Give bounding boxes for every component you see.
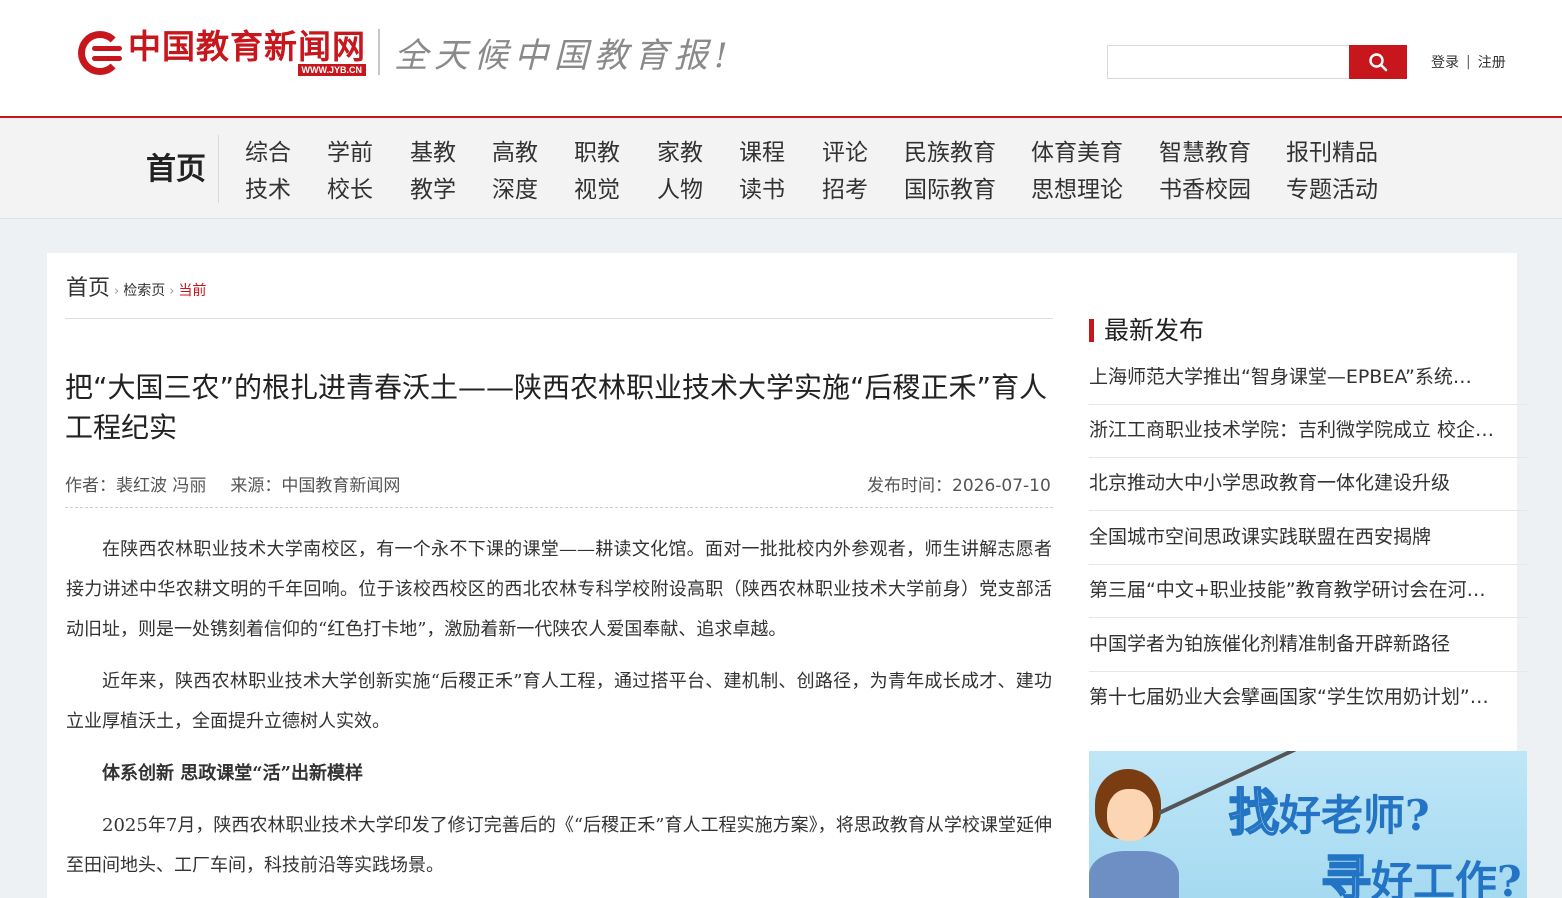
article-paragraph: 2025年7月，陕西农林职业技术大学印发了修订完善后的《“后稷正禾”育人工程实施… bbox=[66, 815, 1052, 876]
site-slogan: 全天候中国教育报! bbox=[394, 35, 734, 76]
nav-item-xueqian[interactable]: 学前 bbox=[327, 138, 373, 168]
teacher-body-icon bbox=[1089, 851, 1179, 898]
ad-headline-2-big: 寻 bbox=[1320, 848, 1372, 898]
logo-name: 中国教育新闻网 bbox=[128, 27, 366, 66]
breadcrumb-search[interactable]: 检索页 bbox=[123, 280, 165, 300]
nav-item-jijiao[interactable]: 基教 bbox=[410, 138, 456, 168]
breadcrumb-current: 当前 bbox=[178, 283, 207, 299]
ad-headline-2: 寻好工作? bbox=[1320, 839, 1522, 898]
auth-links: 登录 | 注册 bbox=[1431, 52, 1506, 72]
logo-divider bbox=[378, 29, 380, 75]
nav-item-jishu[interactable]: 技术 bbox=[245, 175, 291, 205]
meta-divider bbox=[65, 507, 1053, 508]
ad-headline-1: 找好老师? bbox=[1228, 773, 1430, 845]
sidebar-title: 最新发布 bbox=[1104, 316, 1205, 345]
teacher-face-icon bbox=[1107, 789, 1153, 841]
nav-item-shijue[interactable]: 视觉 bbox=[574, 175, 620, 205]
site-header: 中国教育新闻网 WWW.JYB.CN 全天候中国教育报! 登录 | 注册 bbox=[0, 0, 1562, 118]
breadcrumb: 首页 › 检索页 › 当前 bbox=[66, 270, 206, 302]
nav-item-renwu[interactable]: 人物 bbox=[657, 175, 703, 205]
nav-item-baokan[interactable]: 报刊精品 bbox=[1286, 138, 1378, 168]
logo-url-badge: WWW.JYB.CN bbox=[297, 64, 366, 76]
nav-item-guoji[interactable]: 国际教育 bbox=[904, 175, 996, 205]
auth-separator: | bbox=[1466, 54, 1471, 70]
login-link[interactable]: 登录 bbox=[1431, 52, 1459, 72]
chevron-right-icon: › bbox=[169, 284, 175, 299]
nav-divider bbox=[218, 135, 219, 203]
recruitment-ad-banner[interactable]: 找好老师? 寻好工作? bbox=[1089, 751, 1527, 898]
nav-item-dushu[interactable]: 读书 bbox=[739, 175, 785, 205]
nav-item-sixiang[interactable]: 思想理论 bbox=[1031, 175, 1123, 205]
logo-emblem-icon bbox=[78, 29, 124, 75]
search-icon bbox=[1369, 53, 1388, 72]
nav-item-xiaozhang[interactable]: 校长 bbox=[327, 175, 373, 205]
chevron-right-icon: › bbox=[114, 284, 120, 299]
register-link[interactable]: 注册 bbox=[1478, 52, 1506, 72]
article-publish-time: 发布时间：2026-07-10 bbox=[867, 476, 1051, 496]
search-button[interactable] bbox=[1349, 45, 1407, 79]
nav-item-zhuanti[interactable]: 专题活动 bbox=[1286, 175, 1378, 205]
nav-item-gaojiao[interactable]: 高教 bbox=[492, 138, 538, 168]
site-logo[interactable]: 中国教育新闻网 WWW.JYB.CN 全天候中国教育报! bbox=[78, 24, 734, 80]
nav-item-jiaoxue[interactable]: 教学 bbox=[410, 175, 456, 205]
nav-item-tiyu[interactable]: 体育美育 bbox=[1031, 138, 1123, 168]
nav-item-pinglun[interactable]: 评论 bbox=[822, 138, 868, 168]
article-subheading: 体系创新 思政课堂“活”出新模样 bbox=[102, 763, 363, 784]
sidebar-news-item[interactable]: 第三届“中文+职业技能”教育教学研讨会在河… bbox=[1089, 565, 1527, 618]
nav-item-kecheng[interactable]: 课程 bbox=[739, 138, 785, 168]
nav-item-shuxiang[interactable]: 书香校园 bbox=[1159, 175, 1251, 205]
nav-item-zhaokao[interactable]: 招考 bbox=[822, 175, 868, 205]
nav-item-zhijiao[interactable]: 职教 bbox=[574, 138, 620, 168]
nav-item-shendu[interactable]: 深度 bbox=[492, 175, 538, 205]
article-source: 来源：中国教育新闻网 bbox=[230, 476, 401, 496]
sidebar-news-item[interactable]: 中国学者为铂族催化剂精准制备开辟新路径 bbox=[1089, 619, 1527, 672]
nav-item-zonghe[interactable]: 综合 bbox=[245, 138, 291, 168]
sidebar-title-accent bbox=[1089, 319, 1094, 342]
breadcrumb-home[interactable]: 首页 bbox=[66, 270, 110, 302]
ad-headline-2-rest: 好工作? bbox=[1371, 857, 1522, 898]
breadcrumb-divider bbox=[65, 318, 1053, 319]
sidebar-news-item[interactable]: 上海师范大学推出“智身课堂—EPBEA”系统… bbox=[1089, 352, 1527, 405]
article-title: 把“大国三农”的根扎进青春沃土——陕西农林职业技术大学实施“后稷正禾”育人工程纪… bbox=[65, 371, 1048, 444]
search-input[interactable] bbox=[1107, 45, 1349, 79]
ad-headline-1-big: 找 bbox=[1228, 782, 1280, 843]
sidebar-news-item[interactable]: 第十七届奶业大会擘画国家“学生饮用奶计划”… bbox=[1089, 672, 1527, 725]
ad-headline-1-rest: 好老师? bbox=[1279, 791, 1430, 840]
nav-item-jiajiao[interactable]: 家教 bbox=[657, 138, 703, 168]
article-paragraph: 近年来，陕西农林职业技术大学创新实施“后稷正禾”育人工程，通过搭平台、建机制、创… bbox=[66, 671, 1052, 732]
nav-item-zhihui[interactable]: 智慧教育 bbox=[1159, 138, 1251, 168]
article-body: 在陕西农林职业技术大学南校区，有一个永不下课的课堂——耕读文化馆。面对一批批校内… bbox=[66, 530, 1052, 898]
sidebar-news-item[interactable]: 浙江工商职业技术学院：吉利微学院成立 校企… bbox=[1089, 405, 1527, 458]
logo-text-block: 中国教育新闻网 WWW.JYB.CN bbox=[128, 28, 366, 76]
article-paragraph: 在陕西农林职业技术大学南校区，有一个永不下课的课堂——耕读文化馆。面对一批批校内… bbox=[66, 539, 1052, 640]
sidebar-news-item[interactable]: 全国城市空间思政课实践联盟在西安揭牌 bbox=[1089, 512, 1527, 565]
nav-home[interactable]: 首页 bbox=[146, 150, 206, 190]
nav-item-minzu[interactable]: 民族教育 bbox=[904, 138, 996, 168]
article-meta: 作者：裴红波 冯丽 来源：中国教育新闻网 bbox=[65, 471, 400, 496]
article-author: 作者：裴红波 冯丽 bbox=[65, 476, 207, 496]
sidebar-news-item[interactable]: 北京推动大中小学思政教育一体化建设升级 bbox=[1089, 458, 1527, 511]
